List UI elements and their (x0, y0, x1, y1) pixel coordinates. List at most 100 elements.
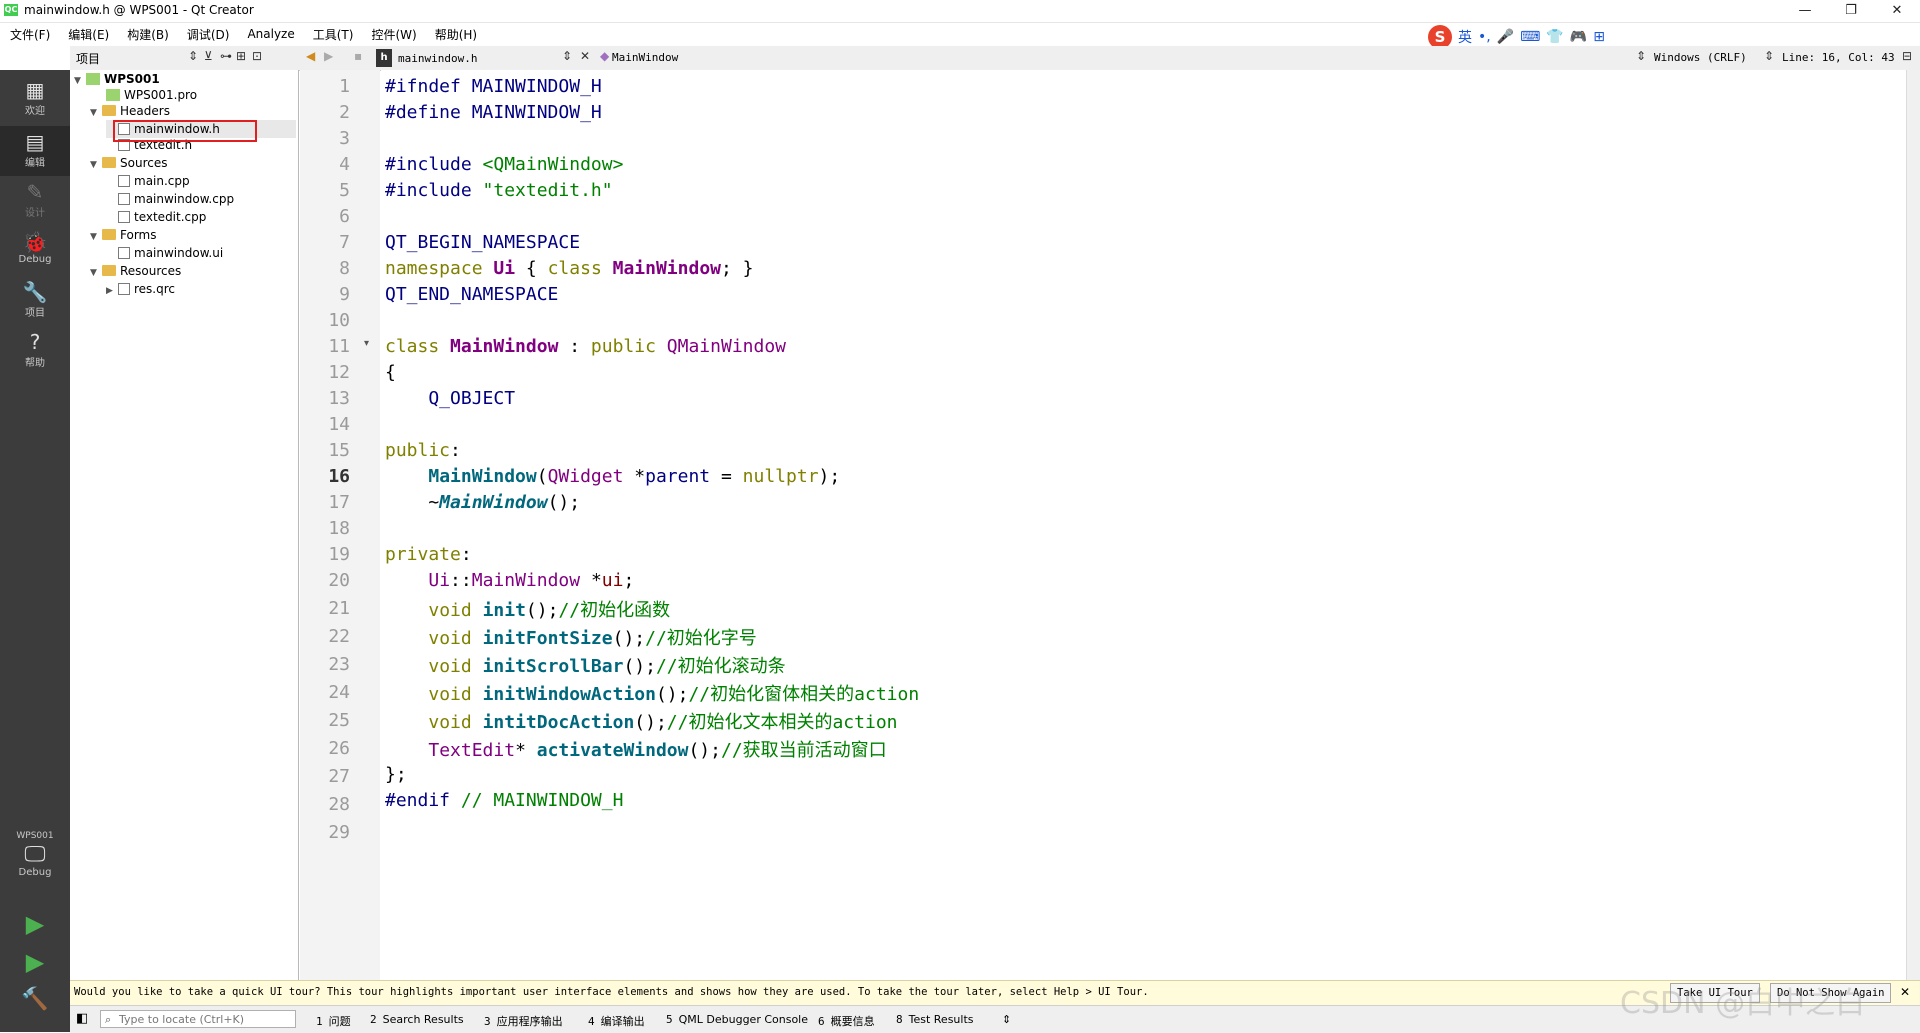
menu-analyze[interactable]: Analyze (237, 27, 302, 41)
code-line: }; (385, 764, 407, 785)
tree-folder-sources[interactable]: ▼ Sources (90, 154, 167, 172)
pro-file-icon (106, 89, 120, 101)
menu-widgets[interactable]: 控件(W) (361, 26, 424, 43)
mode-label: 欢迎 (25, 106, 45, 117)
menu-help[interactable]: 帮助(H) (425, 26, 485, 43)
menu-edit[interactable]: 编辑(E) (58, 26, 117, 43)
debug-run-button[interactable]: ▶ (0, 950, 70, 982)
code-line: void intitDocAction();//初始化文本相关的action (428, 712, 898, 733)
view-select-arrows-icon[interactable]: ⇕ (188, 49, 198, 63)
menu-debug[interactable]: 调试(D) (177, 26, 238, 43)
code-line: namespace Ui { class MainWindow; } (385, 258, 754, 279)
code-line: { (385, 362, 396, 383)
pane-issues[interactable]: 1 问题 (316, 1013, 351, 1029)
editor-toolbar: 项目 ⇕ ⊻ ⊶ ⊞ ⊡ ◀ ▶ ▪ h mainwindow.h ⇕ ✕ ◆ … (70, 46, 1920, 71)
close-button[interactable]: ✕ (1874, 0, 1920, 22)
close-document-icon[interactable]: ✕ (580, 49, 590, 63)
folder-icon (102, 229, 116, 240)
split-editor-icon[interactable]: ⊟ (1902, 49, 1912, 63)
line-number: 2 (339, 102, 350, 123)
collapse-arrow-icon[interactable]: ▼ (90, 104, 102, 122)
code-line: #ifndef MAINWINDOW_H (385, 76, 602, 97)
project-icon (86, 73, 100, 85)
expand-arrow-icon[interactable]: ▶ (106, 282, 118, 300)
mode-selector: ▦ 欢迎 ▤ 编辑 ✎ 设计 🐞 Debug 🔧 项目 ? 帮助 WPS001 … (0, 70, 70, 1032)
microphone-icon[interactable]: 🎤 (1497, 29, 1514, 45)
projects-view-label[interactable]: 项目 (76, 50, 100, 67)
game-icon[interactable]: 🎮 (1570, 29, 1587, 45)
back-arrow-icon[interactable]: ◀ (306, 49, 315, 63)
forward-arrow-icon[interactable]: ▶ (324, 49, 333, 63)
line-ending-selector[interactable]: Windows (CRLF) (1654, 51, 1747, 64)
tree-item-mainwindow-cpp[interactable]: mainwindow.cpp (106, 190, 234, 208)
filter-icon[interactable]: ⊻ (204, 49, 213, 63)
tree-item-textedit-cpp[interactable]: textedit.cpp (106, 208, 206, 226)
pane-search-results[interactable]: 2 Search Results (370, 1013, 464, 1026)
pane-general-messages[interactable]: 6 概要信息 (818, 1013, 875, 1029)
open-file-name[interactable]: mainwindow.h (398, 52, 477, 65)
menu-build[interactable]: 构建(B) (117, 26, 177, 43)
mode-debug[interactable]: 🐞 Debug (0, 230, 70, 274)
collapse-arrow-icon[interactable]: ▼ (74, 72, 86, 90)
close-infobar-icon[interactable]: ✕ (1900, 985, 1910, 999)
code-line: MainWindow(QWidget *parent = nullptr); (428, 466, 841, 487)
tree-item-mainwindow-ui[interactable]: mainwindow.ui (106, 244, 223, 262)
code-line: #endif // MAINWINDOW_H (385, 790, 624, 811)
fold-marker-icon[interactable]: ▾ (364, 338, 369, 349)
punctuation-icon[interactable]: •, (1478, 29, 1491, 45)
run-button[interactable]: ▶ (0, 912, 70, 944)
symbol-selector[interactable]: MainWindow (612, 51, 678, 64)
collapse-arrow-icon[interactable]: ▼ (90, 264, 102, 282)
line-number: 1 (339, 76, 350, 97)
symbol-dropdown-icon[interactable]: ⇕ (1636, 49, 1646, 63)
code-editor[interactable]: #ifndef MAINWINDOW_H #define MAINWINDOW_… (381, 70, 1906, 980)
collapse-arrow-icon[interactable]: ▼ (90, 156, 102, 174)
project-tree: ▼ WPS001 WPS001.pro ▼ Headers mainwindow.h… (70, 70, 299, 980)
title-bar: QC mainwindow.h @ WPS001 - Qt Creator — … (0, 0, 1920, 23)
keyboard-icon[interactable]: ⌨ (1520, 29, 1540, 45)
code-line: #include "textedit.h" (385, 180, 613, 201)
class-symbol-icon: ◆ (600, 49, 610, 63)
mode-help[interactable]: ? 帮助 (0, 330, 70, 374)
tree-folder-resources[interactable]: ▼ Resources (90, 262, 181, 280)
menu-file[interactable]: 文件(F) (0, 26, 58, 43)
mode-projects[interactable]: 🔧 项目 (0, 280, 70, 324)
cursor-position[interactable]: Line: 16, Col: 43 (1782, 51, 1895, 64)
tree-folder-headers[interactable]: ▼ Headers (90, 102, 170, 120)
apps-icon[interactable]: ⊞ (1593, 29, 1605, 45)
line-number: 18 (328, 518, 350, 539)
skin-icon[interactable]: 👕 (1546, 29, 1563, 45)
vertical-scrollbar[interactable] (1906, 70, 1920, 980)
pane-compile-output[interactable]: 4 编译输出 (588, 1013, 645, 1029)
open-document-tab[interactable]: h mainwindow.h (376, 46, 477, 70)
split-icon[interactable]: ⊞ (236, 49, 246, 63)
ime-language-toggle[interactable]: 英 (1458, 27, 1472, 47)
mode-welcome[interactable]: ▦ 欢迎 (0, 78, 70, 122)
locator-input[interactable]: ⌕ Type to locate (Ctrl+K) (100, 1010, 296, 1028)
tree-item-main-cpp[interactable]: main.cpp (106, 172, 190, 190)
link-icon[interactable]: ⊶ (220, 49, 232, 63)
line-number: 10 (328, 310, 350, 331)
mode-design[interactable]: ✎ 设计 (0, 180, 70, 224)
line-number: 11 (328, 336, 350, 357)
pane-application-output[interactable]: 3 应用程序输出 (484, 1013, 563, 1029)
kit-selector[interactable]: WPS001 🖵 Debug (0, 830, 70, 900)
pane-qml-debugger-console[interactable]: 5 QML Debugger Console (666, 1013, 808, 1026)
close-pane-icon[interactable]: ⊡ (252, 49, 262, 63)
more-panes-icon[interactable]: ⇕ (1002, 1013, 1011, 1026)
tree-folder-forms[interactable]: ▼ Forms (90, 226, 156, 244)
monitor-icon: 🖵 (24, 842, 46, 867)
pane-test-results[interactable]: 8 Test Results (896, 1013, 974, 1026)
minimize-button[interactable]: — (1782, 0, 1828, 22)
tree-item-res-qrc[interactable]: ▶ res.qrc (106, 280, 175, 298)
toggle-sidebar-icon[interactable]: ◧ (76, 1011, 88, 1026)
mode-edit[interactable]: ▤ 编辑 (0, 126, 70, 176)
source-file-icon (118, 193, 130, 205)
code-line: class MainWindow : public QMainWindow (385, 336, 787, 357)
maximize-button[interactable]: ❐ (1828, 0, 1874, 22)
build-button[interactable]: 🔨 (0, 988, 70, 1020)
line-ending-dropdown-icon[interactable]: ⇕ (1764, 49, 1774, 63)
collapse-arrow-icon[interactable]: ▼ (90, 228, 102, 246)
menu-tools[interactable]: 工具(T) (303, 26, 362, 43)
document-dropdown-icon[interactable]: ⇕ (562, 49, 572, 63)
